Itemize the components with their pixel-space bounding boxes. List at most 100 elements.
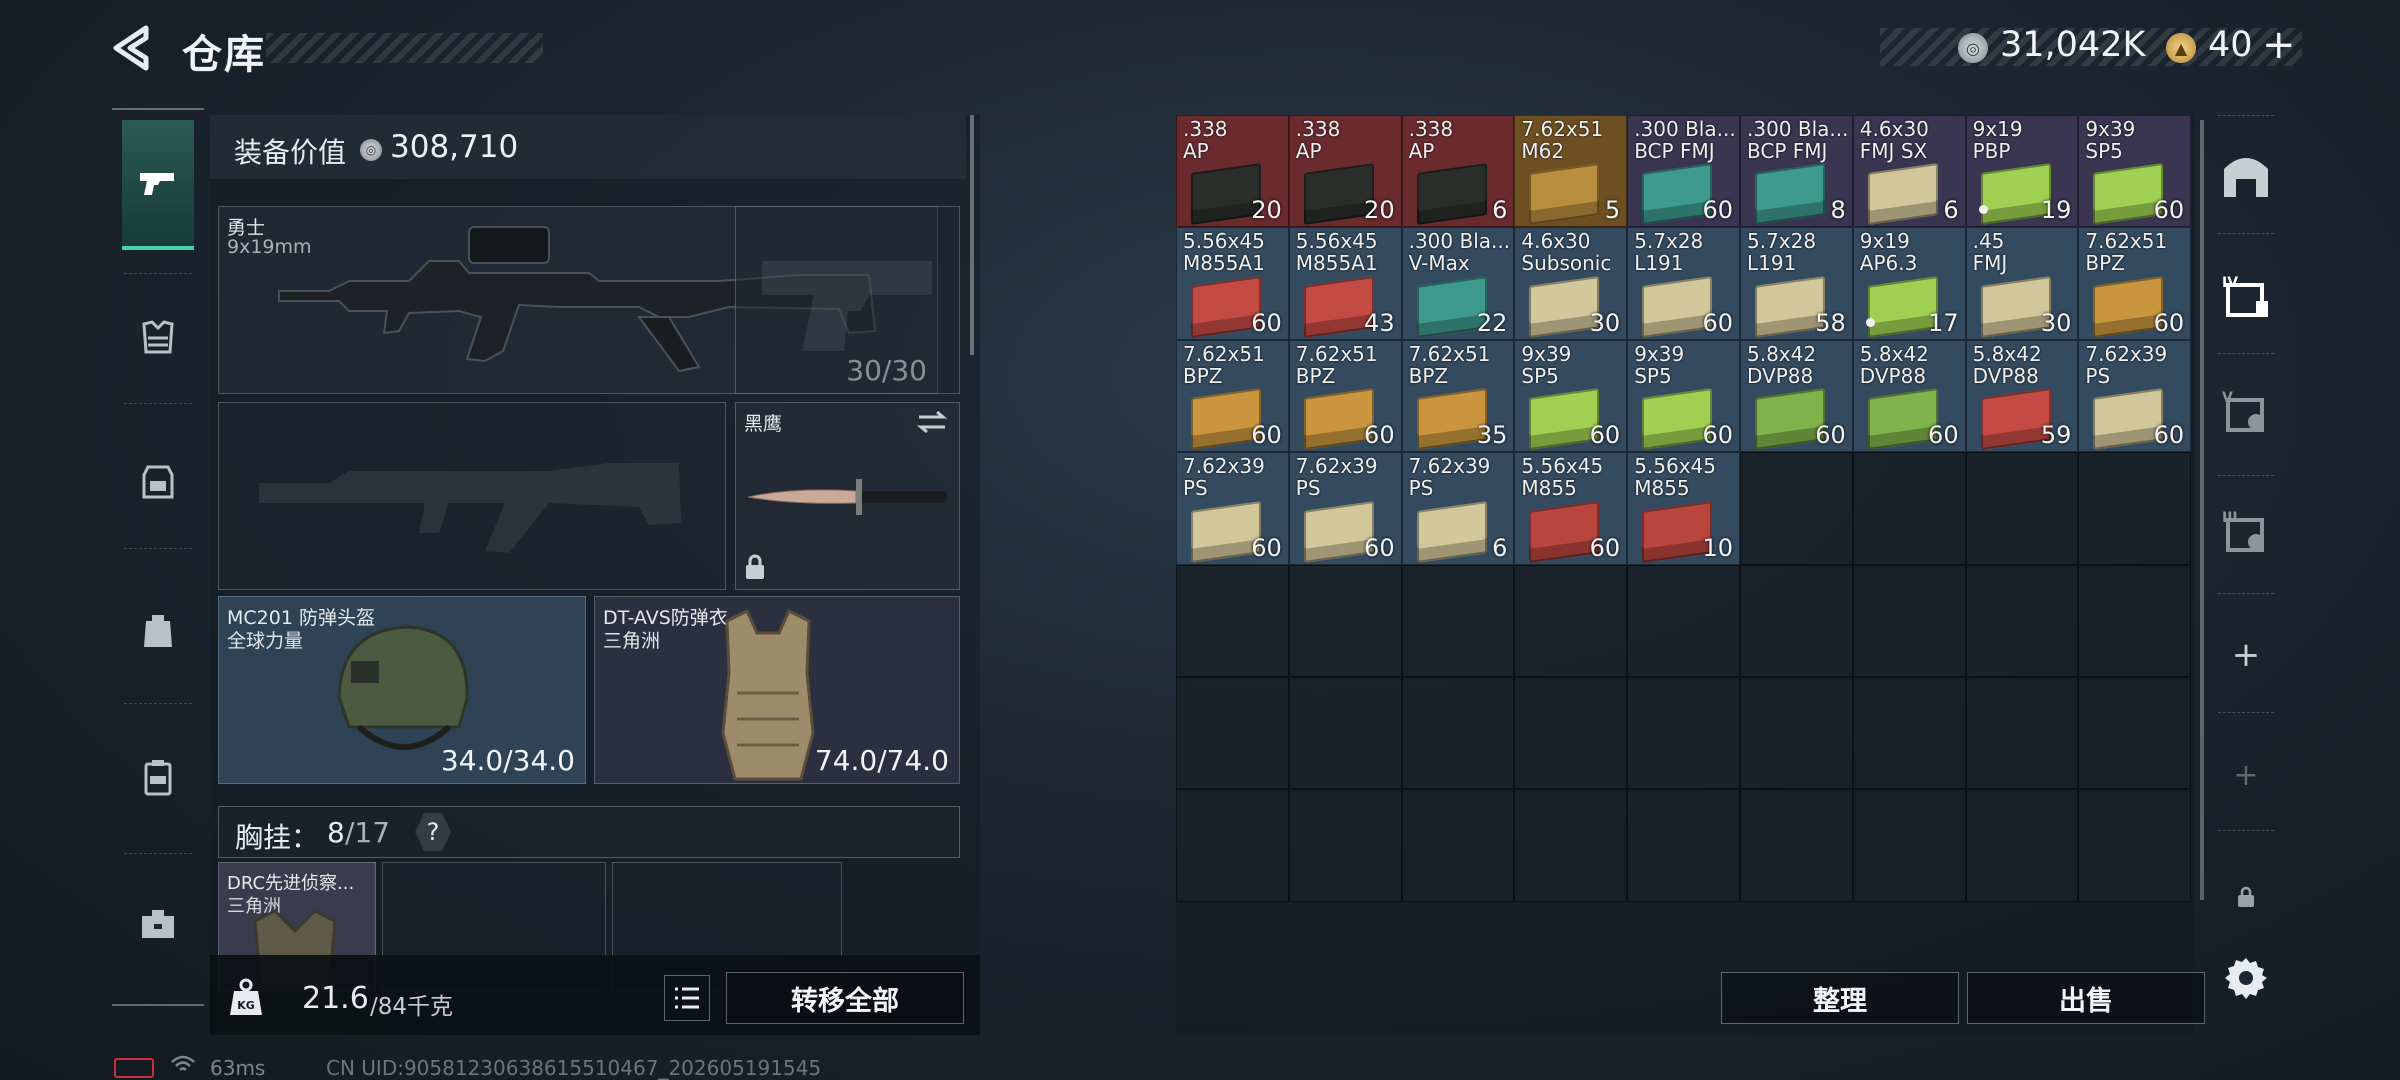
grid-cell[interactable] <box>1740 452 1853 565</box>
ammo-item[interactable]: 4.6x30 FMJ SX 6 <box>1852 115 1966 228</box>
grid-cell[interactable] <box>1288 564 1402 677</box>
armor-slot[interactable]: DT-AVS防弹衣 三角洲 74.0/74.0 <box>594 596 960 784</box>
rail-add-storage-disabled[interactable]: + <box>2216 745 2276 805</box>
pistol-slot[interactable] <box>735 206 960 394</box>
premium-amount: 40 <box>2208 25 2253 65</box>
nav-chest-rig[interactable] <box>122 298 194 378</box>
transfer-all-button[interactable]: 转移全部 <box>726 972 964 1024</box>
sort-button[interactable]: 整理 <box>1721 972 1959 1024</box>
scrollbar[interactable] <box>970 115 974 355</box>
grid-cell[interactable] <box>2078 677 2192 790</box>
grid-cell[interactable] <box>1514 677 1628 790</box>
rail-storage-3[interactable]: III <box>2216 500 2276 560</box>
help-button[interactable]: ? <box>415 813 451 851</box>
grid-cell[interactable] <box>1965 452 2079 565</box>
ammo-item[interactable]: 7.62x51 BPZ 60 <box>1176 339 1289 453</box>
ammo-item[interactable]: 9x19 AP6.3 17 <box>1852 227 1966 340</box>
grid-cell[interactable] <box>1965 677 2079 790</box>
settings-button[interactable] <box>2216 948 2276 1008</box>
rail-add-storage[interactable]: + <box>2216 625 2276 685</box>
ammo-item[interactable]: 5.7x28 L191 58 <box>1740 227 1853 340</box>
ammo-item[interactable]: 7.62x51 BPZ 60 <box>2078 227 2192 340</box>
nav-container[interactable] <box>122 738 194 818</box>
rail-home[interactable] <box>2216 145 2276 205</box>
home-storage-icon <box>2224 158 2268 197</box>
ammo-item[interactable]: 5.8x42 DVP88 60 <box>1740 339 1853 453</box>
nav-weapons[interactable] <box>122 120 194 250</box>
ammo-item[interactable]: 5.8x42 DVP88 59 <box>1965 339 2079 453</box>
grid-cell[interactable] <box>1401 677 1515 790</box>
ammo-item[interactable]: 7.62x39 PS 6 <box>1401 452 1515 565</box>
swap-icon[interactable] <box>915 409 949 435</box>
ammo-item[interactable]: 7.62x39 PS 60 <box>1176 452 1289 565</box>
ammo-item[interactable]: 9x39 SP5 60 <box>2078 115 2192 228</box>
ammo-name: 7.62x39 PS <box>1408 454 1491 501</box>
ammo-item[interactable]: 7.62x51 M62 5 <box>1514 115 1628 228</box>
ammo-item[interactable]: 5.56x45 M855A1 60 <box>1176 227 1289 340</box>
list-view-button[interactable] <box>664 975 710 1021</box>
ammo-item[interactable]: .300 Bla... BCP FMJ 60 <box>1627 115 1740 228</box>
grid-cell[interactable] <box>1514 564 1628 677</box>
grid-cell[interactable] <box>1176 677 1289 790</box>
grid-cell[interactable] <box>1740 564 1853 677</box>
nav-toolbox[interactable] <box>122 884 194 964</box>
rail-storage-5[interactable]: V <box>2216 380 2276 440</box>
melee-slot[interactable]: 黑鹰 <box>735 402 960 590</box>
ammo-item[interactable]: .338 AP 20 <box>1288 115 1402 228</box>
ammo-item[interactable]: 7.62x51 BPZ 60 <box>1288 339 1402 453</box>
ammo-item[interactable]: 5.8x42 DVP88 60 <box>1852 339 1966 453</box>
ammo-item[interactable]: 9x19 PBP 19 <box>1965 115 2079 228</box>
rail-storage-4[interactable]: IV <box>2216 265 2276 325</box>
ammo-quantity: 60 <box>2153 421 2185 450</box>
grid-cell[interactable] <box>1852 564 1966 677</box>
grid-cell[interactable] <box>1627 564 1740 677</box>
ammo-item[interactable]: 5.7x28 L191 60 <box>1627 227 1740 340</box>
grid-cell[interactable] <box>2078 564 2192 677</box>
ammo-item[interactable]: 5.56x45 M855 60 <box>1514 452 1628 565</box>
grid-cell[interactable] <box>1514 789 1628 902</box>
ammo-item[interactable]: .45 FMJ 30 <box>1965 227 2079 340</box>
grid-cell[interactable] <box>1176 564 1289 677</box>
equipment-panel: 装备价值 ◎ 308,710 勇士 9x19mm 30/30 黑鹰 MC201 … <box>210 115 980 1035</box>
ammo-item[interactable]: 9x39 SP5 60 <box>1514 339 1628 453</box>
grid-cell[interactable] <box>1288 677 1402 790</box>
ammo-item[interactable]: .338 AP 6 <box>1401 115 1515 228</box>
ammo-item[interactable]: 7.62x39 PS 60 <box>1288 452 1402 565</box>
nav-backpack[interactable] <box>122 591 194 671</box>
grid-cell[interactable] <box>1965 564 2079 677</box>
add-currency-button[interactable]: + <box>2262 22 2296 68</box>
ammo-quantity: 60 <box>1928 421 1959 450</box>
secondary-weapon-slot[interactable] <box>218 402 726 590</box>
grid-cell[interactable] <box>1740 677 1853 790</box>
case-icon <box>142 465 174 499</box>
ammo-item[interactable]: .300 Bla... V-Max 22 <box>1401 227 1515 340</box>
grid-cell[interactable] <box>1288 789 1402 902</box>
helmet-slot[interactable]: MC201 防弹头盔 全球力量 34.0/34.0 <box>218 596 586 784</box>
ammo-item[interactable]: 9x39 SP5 60 <box>1627 339 1740 453</box>
grid-cell[interactable] <box>1176 789 1289 902</box>
grid-cell[interactable] <box>1852 789 1966 902</box>
nav-case[interactable] <box>122 441 194 521</box>
rail-locked-slot[interactable] <box>2216 867 2276 927</box>
back-button[interactable] <box>110 24 154 72</box>
grid-cell[interactable] <box>1627 789 1740 902</box>
ammo-item[interactable]: .300 Bla... BCP FMJ 8 <box>1740 115 1853 228</box>
ammo-item[interactable]: 5.56x45 M855A1 43 <box>1288 227 1402 340</box>
grid-cell[interactable] <box>1740 789 1853 902</box>
grid-cell[interactable] <box>1965 789 2079 902</box>
ammo-item[interactable]: 4.6x30 Subsonic 30 <box>1514 227 1628 340</box>
grid-cell[interactable] <box>2078 452 2192 565</box>
ammo-box-icon <box>1529 163 1600 226</box>
ammo-item[interactable]: 7.62x51 BPZ 35 <box>1401 339 1515 453</box>
armor-image <box>721 608 815 781</box>
ammo-item[interactable]: 7.62x39 PS 60 <box>2078 339 2192 453</box>
ammo-item[interactable]: 5.56x45 M855 10 <box>1627 452 1740 565</box>
grid-cell[interactable] <box>2078 789 2192 902</box>
grid-cell[interactable] <box>1852 677 1966 790</box>
sell-button[interactable]: 出售 <box>1967 972 2205 1024</box>
grid-cell[interactable] <box>1627 677 1740 790</box>
grid-cell[interactable] <box>1401 789 1515 902</box>
ammo-item[interactable]: .338 AP 20 <box>1176 115 1289 228</box>
grid-cell[interactable] <box>1401 564 1515 677</box>
grid-cell[interactable] <box>1852 452 1966 565</box>
